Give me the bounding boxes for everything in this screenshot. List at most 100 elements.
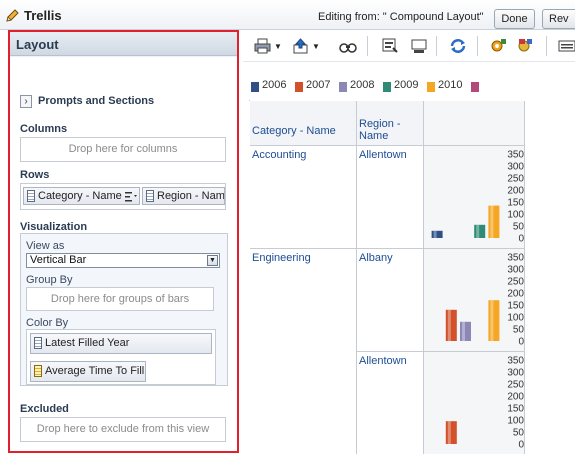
window-header: Trellis Editing from: " Compound Layout"… xyxy=(0,0,575,30)
bar-2007-highlight xyxy=(447,421,451,444)
column-icon xyxy=(34,337,42,349)
properties-icon[interactable] xyxy=(381,38,399,54)
y-tick-label: 250 xyxy=(507,380,524,391)
trellis-chart-cell[interactable]: 0 50 100 150 200 250 300 350 xyxy=(424,352,525,454)
y-tick-label: 0 xyxy=(518,440,524,451)
columns-dropzone[interactable]: Drop here for columns xyxy=(20,137,226,162)
excluded-dropzone[interactable]: Drop here to exclude from this view xyxy=(20,417,226,442)
y-tick-label: 0 xyxy=(518,337,524,348)
export-icon[interactable] xyxy=(292,38,310,54)
bar-2007-highlight xyxy=(447,309,451,341)
bar-2010-body[interactable] xyxy=(488,300,500,341)
bar-chart[interactable]: 050100150200250300350 xyxy=(424,352,525,454)
color-by-dropzone[interactable]: Latest Filled Year Average Time To Fill xyxy=(26,329,216,385)
group-by-label: Group By xyxy=(26,274,73,286)
y-tick-label: 150 xyxy=(507,301,524,312)
layout-panel-title: Layout xyxy=(16,37,59,52)
view-icon[interactable] xyxy=(410,38,428,54)
color-by-label: Color By xyxy=(26,317,69,329)
row-item-region-name[interactable]: Region - Name xyxy=(142,187,225,205)
row-item-category-name[interactable]: Category - Name xyxy=(23,187,140,205)
bar-2008[interactable] xyxy=(460,321,471,341)
legend-swatch-2008 xyxy=(339,82,347,92)
header-spacer xyxy=(250,101,357,115)
y-tick-label: 250 xyxy=(507,174,524,185)
y-tick-label: 50 xyxy=(513,325,525,336)
bar-2007-body[interactable] xyxy=(445,309,457,341)
legend-swatch-2006 xyxy=(251,82,259,92)
legend-swatch-extra xyxy=(471,82,479,92)
export-dropdown-icon[interactable]: ▼ xyxy=(312,42,320,51)
print-icon[interactable] xyxy=(254,38,272,54)
dropdown-arrow-icon[interactable]: ▼ xyxy=(207,255,218,266)
y-tick-label: 350 xyxy=(507,356,524,367)
pencil-icon xyxy=(6,9,19,22)
view-as-select[interactable]: Vertical Bar ▼ xyxy=(26,253,220,268)
toolbar: ▼ ▼ xyxy=(243,30,575,62)
y-tick-label: 0 xyxy=(518,234,524,245)
table-row-category[interactable]: Accounting xyxy=(250,146,357,249)
bar-2007-body[interactable] xyxy=(445,421,457,444)
bar-2009[interactable] xyxy=(474,224,486,238)
print-dropdown-icon[interactable]: ▼ xyxy=(274,42,282,51)
bar-2006-body[interactable] xyxy=(431,230,443,238)
visualization-label: Visualization xyxy=(20,221,88,233)
bar-2010[interactable] xyxy=(488,205,500,238)
excluded-label: Excluded xyxy=(20,403,69,415)
add-view-icon[interactable] xyxy=(516,38,534,54)
table-row-region[interactable]: Albany xyxy=(357,249,424,352)
bar-chart[interactable]: 050100150200250300350 xyxy=(424,146,525,249)
y-tick-label: 50 xyxy=(513,222,525,233)
bar-2007[interactable] xyxy=(445,421,457,444)
prompts-sections-label: Prompts and Sections xyxy=(38,95,155,107)
y-tick-label: 300 xyxy=(507,265,524,276)
bar-2010[interactable] xyxy=(488,300,500,341)
trellis-chart-cell[interactable]: 0 50 100 150 200 250 300 350 xyxy=(424,249,525,352)
bar-2010-body[interactable] xyxy=(488,205,500,238)
revert-button[interactable]: Rev xyxy=(542,9,575,29)
bar-2006[interactable] xyxy=(431,230,443,238)
chevron-right-icon[interactable]: › xyxy=(20,95,32,108)
bar-2007[interactable] xyxy=(445,309,457,341)
y-tick-label: 50 xyxy=(513,428,525,439)
column-header-category[interactable]: Category - Name xyxy=(250,115,357,146)
bar-2009-body[interactable] xyxy=(474,224,486,238)
legend-swatch-2007 xyxy=(295,82,303,92)
y-tick-label: 200 xyxy=(507,289,524,300)
refresh-icon[interactable] xyxy=(449,38,467,54)
rows-dropzone[interactable]: Category - Name Region - Name xyxy=(20,183,226,210)
y-tick-label: 300 xyxy=(507,162,524,173)
measure-icon xyxy=(34,365,42,377)
toolbar-separator xyxy=(546,36,547,56)
y-tick-label: 200 xyxy=(507,186,524,197)
bar-2008-highlight xyxy=(462,321,465,341)
y-tick-label: 200 xyxy=(507,392,524,403)
column-header-region[interactable]: Region - Name xyxy=(357,115,424,146)
sort-options-icon[interactable] xyxy=(125,191,138,202)
y-tick-label: 300 xyxy=(507,368,524,379)
bar-2008-body[interactable] xyxy=(460,321,471,341)
bar-2006-highlight xyxy=(433,230,437,238)
table-row-region[interactable]: Allentown xyxy=(357,146,424,249)
y-tick-label: 350 xyxy=(507,150,524,161)
done-button[interactable]: Done xyxy=(494,9,535,29)
table-row-region[interactable]: Allentown xyxy=(357,352,424,454)
color-by-item-latest-filled-year[interactable]: Latest Filled Year xyxy=(30,333,212,354)
y-tick-label: 100 xyxy=(507,416,524,427)
preview-icon[interactable] xyxy=(339,38,357,54)
layout-panel: Layout › Prompts and Sections Columns Dr… xyxy=(8,30,239,453)
group-by-dropzone[interactable]: Drop here for groups of bars xyxy=(26,287,214,311)
more-icon[interactable] xyxy=(558,38,575,54)
rows-label: Rows xyxy=(20,169,50,181)
bar-chart[interactable]: 050100150200250300350 xyxy=(424,249,525,352)
legend-label-2006: 2006 xyxy=(262,79,287,91)
bar-2010-highlight xyxy=(490,300,494,341)
toolbar-separator xyxy=(477,36,478,56)
color-by-item-average-time-to-fill[interactable]: Average Time To Fill xyxy=(30,361,146,382)
table-row-category[interactable]: Engineering xyxy=(250,249,357,454)
legend-swatch-2010 xyxy=(427,82,435,92)
toolbar-separator xyxy=(367,36,368,56)
trellis-chart-cell[interactable]: 0 50 100 150 200 250 300 350 xyxy=(424,146,525,249)
layout-panel-header: Layout xyxy=(10,32,237,56)
settings-icon[interactable] xyxy=(489,38,507,54)
